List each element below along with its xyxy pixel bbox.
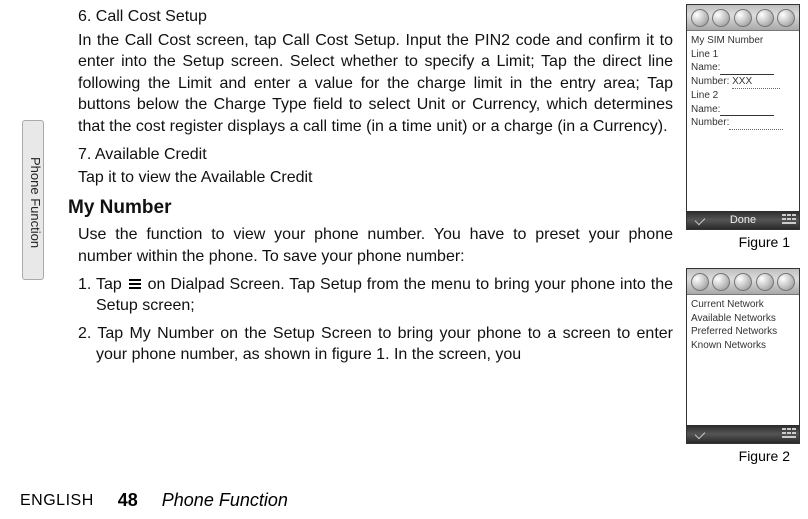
toolbar-icon[interactable] xyxy=(756,9,774,27)
step-2: 2. Tap My Number on the Setup Screen to … xyxy=(96,323,673,366)
number-row-1: Number: XXX xyxy=(691,75,795,90)
keyboard-icon[interactable] xyxy=(782,428,796,438)
name-label: Name: xyxy=(691,104,720,115)
number-field-2[interactable] xyxy=(729,119,783,130)
step-1-post: on Dialpad Screen. Tap Setup from the me… xyxy=(96,276,673,315)
toolbar-icon[interactable] xyxy=(734,9,752,27)
step-1-pre: 1. Tap xyxy=(78,276,127,293)
sim-title: My SIM Number xyxy=(691,34,795,48)
toolbar-icon[interactable] xyxy=(712,9,730,27)
footer-page-number: 48 xyxy=(118,490,138,511)
list-item[interactable]: Current Network xyxy=(691,298,795,312)
footer-chapter: Phone Function xyxy=(162,490,288,511)
footer-language: ENGLISH xyxy=(20,492,94,510)
main-body: 6. Call Cost Setup In the Call Cost scre… xyxy=(78,6,673,372)
figure-2-caption: Figure 2 xyxy=(739,448,790,464)
name-field-2[interactable] xyxy=(720,105,774,116)
paragraph-my-number-intro: Use the function to view your phone numb… xyxy=(78,224,673,267)
name-row-1: Name: xyxy=(691,61,795,75)
heading-call-cost-setup: 6. Call Cost Setup xyxy=(78,6,673,28)
toolbar-icon[interactable] xyxy=(691,273,709,291)
phone-bottom-bar: Done xyxy=(687,211,799,229)
name-field-1[interactable] xyxy=(720,64,774,75)
phone-toolbar xyxy=(687,269,799,295)
keyboard-icon[interactable] xyxy=(782,214,796,224)
step-1: 1. Tap on Dialpad Screen. Tap Setup from… xyxy=(96,274,673,317)
side-tab-phone-function: Phone Function xyxy=(22,120,44,280)
name-row-2: Name: xyxy=(691,103,795,117)
line-2-label: Line 2 xyxy=(691,89,795,103)
list-item[interactable]: Preferred Networks xyxy=(691,325,795,339)
toolbar-icon[interactable] xyxy=(712,273,730,291)
number-row-2: Number: xyxy=(691,116,795,130)
page-footer: ENGLISH 48 Phone Function xyxy=(20,490,288,511)
toolbar-icon[interactable] xyxy=(734,273,752,291)
done-button[interactable]: Done xyxy=(730,214,756,226)
phone-screenshot-1: My SIM Number Line 1 Name: Number: XXX L… xyxy=(686,4,800,230)
paragraph-available-credit: Tap it to view the Available Credit xyxy=(78,167,673,189)
toolbar-icon[interactable] xyxy=(777,9,795,27)
paragraph-call-cost: In the Call Cost screen, tap Call Cost S… xyxy=(78,30,673,138)
number-label: Number: xyxy=(691,117,729,128)
name-label: Name: xyxy=(691,62,720,73)
phone-screenshot-2: Current Network Available Networks Prefe… xyxy=(686,268,800,444)
toolbar-icon[interactable] xyxy=(756,273,774,291)
phone-body: Current Network Available Networks Prefe… xyxy=(687,295,799,355)
phone-bottom-bar xyxy=(687,425,799,443)
number-label: Number: xyxy=(691,76,729,87)
number-field-1[interactable]: XXX xyxy=(732,75,780,90)
menu-icon xyxy=(129,279,141,289)
list-item[interactable]: Known Networks xyxy=(691,339,795,353)
figure-1-caption: Figure 1 xyxy=(739,234,790,250)
phone-body: My SIM Number Line 1 Name: Number: XXX L… xyxy=(687,31,799,133)
toolbar-icon[interactable] xyxy=(691,9,709,27)
heading-my-number: My Number xyxy=(68,195,673,221)
phone-toolbar xyxy=(687,5,799,31)
heading-available-credit: 7. Available Credit xyxy=(78,144,673,166)
line-1-label: Line 1 xyxy=(691,48,795,62)
toolbar-icon[interactable] xyxy=(777,273,795,291)
list-item[interactable]: Available Networks xyxy=(691,312,795,326)
